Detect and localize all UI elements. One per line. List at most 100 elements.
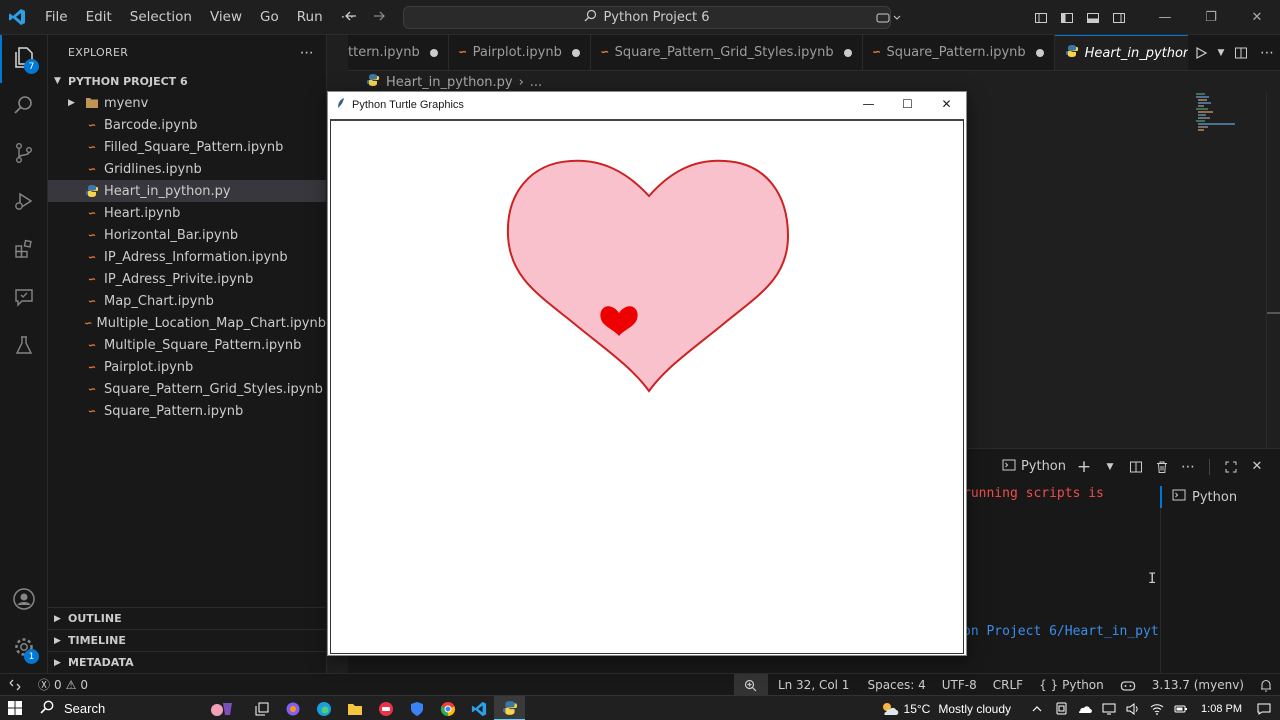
toggle-sidebar-icon[interactable] — [1054, 0, 1080, 35]
file-item[interactable]: ∽ IP_Adress_Privite.ipynb — [48, 268, 326, 290]
file-item[interactable]: ∽ IP_Adress_Information.ipynb — [48, 246, 326, 268]
language-mode[interactable]: { } Python — [1031, 674, 1112, 696]
breadcrumb-more[interactable]: ... — [530, 75, 542, 90]
taskbar-search[interactable]: Search — [30, 697, 190, 719]
file-item[interactable]: ∽ Barcode.ipynb — [48, 114, 326, 136]
file-item[interactable]: ∽ Multiple_Square_Pattern.ipynb — [48, 334, 326, 356]
close-panel-icon[interactable]: ✕ — [1246, 456, 1268, 478]
command-center-search[interactable]: Python Project 6 — [403, 6, 891, 29]
menu-edit[interactable]: Edit — [77, 0, 121, 35]
onedrive-icon[interactable] — [1073, 696, 1097, 720]
file-item[interactable]: ∽ Map_Chart.ipynb — [48, 290, 326, 312]
menu-run[interactable]: Run — [288, 0, 332, 35]
cursor-position[interactable]: Ln 32, Col 1 — [768, 674, 860, 696]
file-item[interactable]: ∽ Heart.ipynb — [48, 202, 326, 224]
turtle-minimize-button[interactable]: — — [849, 92, 888, 116]
menu-view[interactable]: View — [201, 0, 251, 35]
copilot-app-icon[interactable] — [277, 696, 308, 720]
run-debug-activity[interactable] — [0, 179, 48, 227]
weather-temperature[interactable]: 15°C — [904, 702, 931, 716]
task-view-icon[interactable] — [246, 696, 277, 720]
split-editor-icon[interactable] — [1228, 35, 1254, 70]
remote-explorer-activity[interactable] — [0, 275, 48, 323]
file-item[interactable]: ∽ Square_Pattern.ipynb — [48, 400, 326, 422]
testing-activity[interactable] — [0, 323, 48, 371]
chevron-down-icon[interactable]: ▼ — [1214, 35, 1228, 70]
run-python-icon[interactable] — [1188, 35, 1214, 70]
zoom-icon[interactable] — [733, 674, 768, 696]
encoding[interactable]: UTF-8 — [934, 674, 985, 696]
turtle-window-titlebar[interactable]: Python Turtle Graphics — ☐ ✕ — [328, 92, 966, 118]
file-explorer-icon[interactable] — [339, 696, 370, 720]
chevron-up-icon[interactable] — [1025, 696, 1049, 720]
new-terminal-icon[interactable]: + — [1073, 456, 1095, 478]
python-turtle-taskbar-icon[interactable] — [494, 696, 525, 720]
explorer-activity[interactable]: 7 — [0, 35, 48, 83]
forward-arrow-icon[interactable] — [372, 9, 386, 27]
more-actions-icon[interactable]: ⋯ — [1177, 456, 1199, 478]
unsaved-dot-icon[interactable] — [1035, 48, 1044, 57]
vscode-taskbar-icon[interactable] — [463, 696, 494, 720]
editor-tab[interactable]: ∽ttern.ipynb — [348, 35, 449, 70]
windows-start-icon[interactable] — [0, 696, 30, 720]
turtle-close-button[interactable]: ✕ — [927, 92, 966, 116]
copilot-icon[interactable] — [868, 0, 908, 35]
toggle-secondary-sidebar-icon[interactable] — [1106, 0, 1132, 35]
outline-section[interactable]: ▶ OUTLINE — [48, 607, 327, 629]
metadata-section[interactable]: ▶ METADATA — [48, 651, 327, 673]
chrome-icon[interactable] — [432, 696, 463, 720]
file-item[interactable]: ∽ Square_Pattern_Grid_Styles.ipynb — [48, 378, 326, 400]
menu-selection[interactable]: Selection — [121, 0, 201, 35]
weather-description[interactable]: Mostly cloudy — [938, 702, 1011, 716]
wifi-icon[interactable] — [1145, 696, 1169, 720]
maximize-panel-icon[interactable] — [1220, 456, 1242, 478]
file-item[interactable]: ∽ Multiple_Location_Map_Chart.ipynb — [48, 312, 326, 334]
terminal-shell-selector[interactable]: Python — [999, 456, 1069, 478]
project-section-header[interactable]: ▼ PYTHON PROJECT 6 — [48, 70, 326, 92]
clock-time[interactable]: 1:08 PM — [1201, 703, 1242, 715]
minimize-button[interactable]: — — [1142, 0, 1188, 35]
accounts-activity[interactable] — [0, 577, 48, 625]
display-icon[interactable] — [1097, 696, 1121, 720]
minimap[interactable] — [1193, 92, 1243, 137]
terminal-list-item[interactable]: Python — [1160, 486, 1280, 508]
widgets-art-icon[interactable] — [196, 696, 246, 720]
manage-activity[interactable]: 1 — [0, 625, 48, 673]
turtle-maximize-button[interactable]: ☐ — [888, 92, 927, 116]
file-item[interactable]: ∽ Gridlines.ipynb — [48, 158, 326, 180]
notifications-bell-icon[interactable] — [1252, 674, 1280, 696]
unsaved-dot-icon[interactable] — [429, 48, 438, 57]
editor-scrollbar[interactable] — [1266, 92, 1280, 448]
editor-tab[interactable]: ∽ Pairplot.ipynb — [449, 35, 591, 70]
file-item[interactable]: ∽ Pairplot.ipynb — [48, 356, 326, 378]
app-red-icon[interactable] — [370, 696, 401, 720]
unsaved-dot-icon[interactable] — [571, 48, 580, 57]
more-actions-icon[interactable]: ⋯ — [300, 45, 314, 61]
edge-browser-icon[interactable] — [308, 696, 339, 720]
extensions-activity[interactable] — [0, 227, 48, 275]
source-control-activity[interactable] — [0, 131, 48, 179]
problems-indicator[interactable]: Ⓧ 0 ⚠ 0 — [30, 674, 96, 696]
breadcrumb-file[interactable]: Heart_in_python.py — [386, 75, 513, 90]
end-of-line[interactable]: CRLF — [985, 674, 1031, 696]
chevron-down-icon[interactable]: ▼ — [1099, 456, 1121, 478]
restore-button[interactable]: ❐ — [1188, 0, 1234, 35]
volume-icon[interactable] — [1121, 696, 1145, 720]
tray-app-icon[interactable] — [1049, 696, 1073, 720]
battery-icon[interactable] — [1169, 696, 1193, 720]
python-interpreter[interactable]: 3.13.7 (myenv) — [1144, 674, 1252, 696]
shield-app-icon[interactable] — [401, 696, 432, 720]
toggle-panel-icon[interactable] — [1080, 0, 1106, 35]
layout-icon[interactable] — [1028, 0, 1054, 35]
menu-go[interactable]: Go — [251, 0, 288, 35]
editor-tab[interactable]: ∽ Square_Pattern_Grid_Styles.ipynb — [591, 35, 863, 70]
split-terminal-icon[interactable] — [1125, 456, 1147, 478]
editor-tab[interactable]: ∽ Square_Pattern.ipynb — [863, 35, 1055, 70]
remote-indicator-icon[interactable] — [0, 674, 30, 696]
menu-file[interactable]: File — [36, 0, 77, 35]
folder-item[interactable]: ▶ myenv — [48, 92, 326, 114]
file-item[interactable]: ∽ Horizontal_Bar.ipynb — [48, 224, 326, 246]
close-button[interactable]: ✕ — [1234, 0, 1280, 35]
file-item[interactable]: Heart_in_python.py — [48, 180, 326, 202]
more-actions-icon[interactable]: ⋯ — [1254, 35, 1280, 70]
